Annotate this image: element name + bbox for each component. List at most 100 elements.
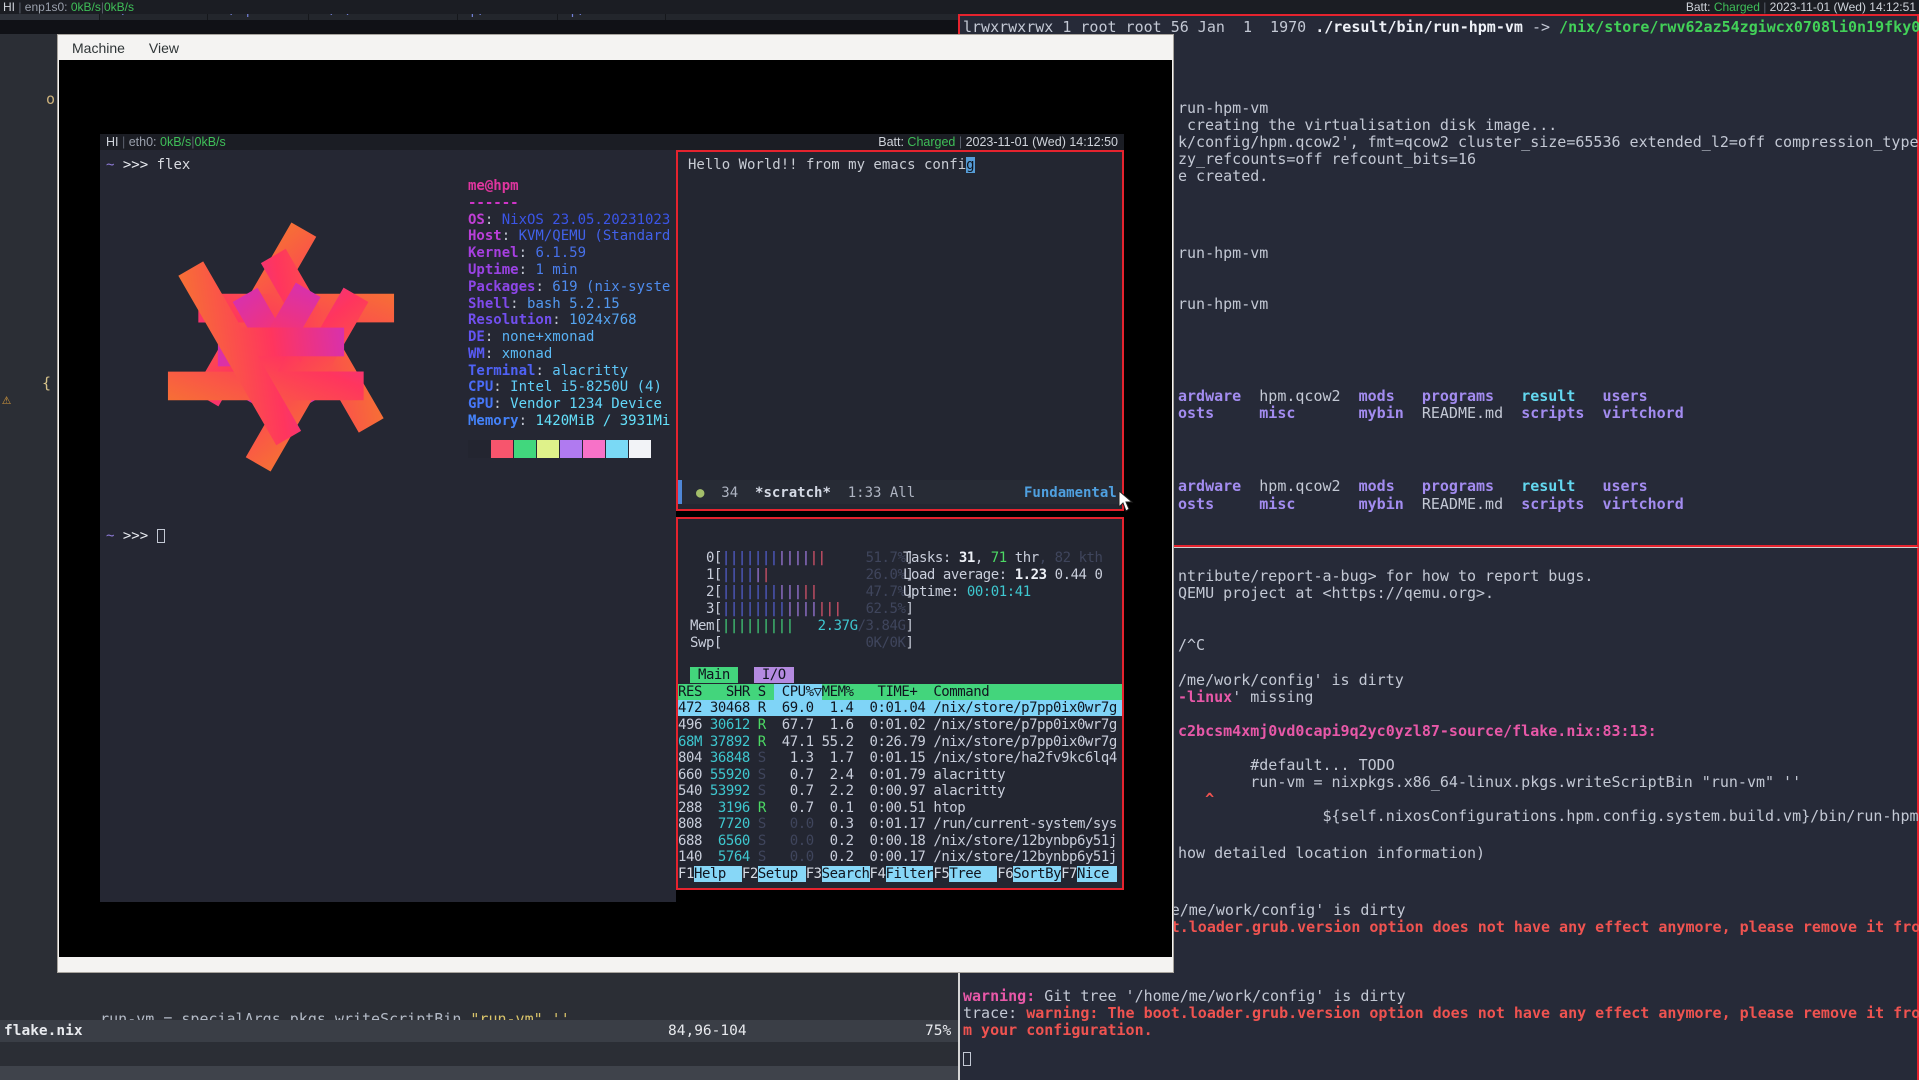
menu-machine[interactable]: Machine <box>62 36 135 60</box>
fetch-value: KVM/QEMU (Standard <box>519 228 671 244</box>
key-button[interactable]: F5 <box>933 866 949 882</box>
fetch-line: Terminal: alacritty <box>468 363 628 379</box>
terminal-line: k/config/hpm.qcow2', fmt=qcow2 cluster_s… <box>1178 134 1919 151</box>
text-segment: run-hpm-vm <box>1178 99 1268 117</box>
text-segment: 660 <box>678 767 710 783</box>
fetch-separator: : <box>519 245 536 261</box>
text-segment: 0.7 0.1 0:00.51 htop <box>766 800 965 816</box>
guest-emacs-window[interactable] <box>676 150 1124 511</box>
text-segment: ] <box>905 635 913 651</box>
text-segment: 472 30468 R 69.0 1.4 0:01.04 /nix/store/… <box>678 700 1117 716</box>
text-segment: 808 <box>678 816 718 832</box>
fetch-value: alacritty <box>552 363 628 379</box>
text-segment: 0kB/s <box>104 0 134 14</box>
text-segment: 0.0 <box>790 833 814 849</box>
fetch-separator: : <box>502 228 519 244</box>
process-row: 660 55920 S 0.7 2.4 0:01.79 alacritty <box>678 767 1005 783</box>
key-button[interactable]: Search <box>822 866 870 882</box>
text-segment <box>1575 477 1602 495</box>
text-segment: Tasks: <box>903 550 959 566</box>
key-button[interactable]: SortBy <box>1013 866 1061 882</box>
text-segment: | <box>762 567 770 583</box>
key-button[interactable]: Setup <box>758 866 806 882</box>
terminal-line: osts misc mybin README.md scripts virtch… <box>1178 405 1684 422</box>
color-palette <box>468 440 652 463</box>
text-segment: Batt: <box>1686 0 1714 14</box>
key-button[interactable]: F4 <box>870 866 886 882</box>
fetch-label: Memory <box>468 413 519 429</box>
text-segment: ardware <box>1178 477 1241 495</box>
fetch-label: OS <box>468 212 485 228</box>
text-segment: 3[ <box>690 601 722 617</box>
process-row: 288 3196 R 0.7 0.1 0:00.51 htop <box>678 800 965 816</box>
key-button[interactable]: Nice <box>1077 866 1117 882</box>
key-button[interactable]: F7 <box>1061 866 1077 882</box>
text-segment: 47.7% <box>866 584 906 600</box>
terminal-line: run-vm = nixpkgs.x86_64-linux.pkgs.write… <box>1178 774 1801 791</box>
text-segment: 2.37G <box>818 618 858 634</box>
text-segment: 2023-11-01 (Wed) 14:12:51 <box>1770 0 1916 14</box>
text-segment: ardware <box>1178 387 1241 405</box>
fetch-label: CPU <box>468 379 493 395</box>
text-segment <box>114 157 122 173</box>
terminal-line: c2bcsm4xmj0vd0capi9q2yc0yzl87-source/fla… <box>1178 723 1657 740</box>
fetch-line: WM: xmonad <box>468 346 552 362</box>
text-segment: 26.0% <box>866 567 906 583</box>
key-button[interactable]: F3 <box>806 866 822 882</box>
text-segment: |||| <box>778 550 810 566</box>
text-segment <box>766 833 790 849</box>
host-status-bar: HI | enp1s0: 0kB/s|0kB/s Batt: Charged |… <box>0 0 1919 14</box>
cpu-meter: 2[|||||||||||| 47.7%] <box>690 584 913 600</box>
key-button[interactable]: Main <box>690 667 738 683</box>
text-segment: 00:01:41 <box>967 584 1031 600</box>
fetch-label: ------ <box>468 195 519 211</box>
fetch-label: Packages <box>468 279 535 295</box>
text-segment: /me/work/config' is dirty <box>1178 671 1404 689</box>
text-segment: scripts <box>1521 404 1584 422</box>
menu-view[interactable]: View <box>139 36 189 60</box>
text-segment: README.md <box>1404 404 1521 422</box>
text-segment: 67.7 1.6 0:01.02 /nix/store/p7pp0ix0wr7g <box>766 717 1117 733</box>
header-row: RES SHR S CPU%▽MEM% TIME+ Command <box>678 684 989 700</box>
process-row-selected: 472 30468 R 69.0 1.4 0:01.04 /nix/store/… <box>678 700 1117 716</box>
text-segment <box>148 528 156 544</box>
text-segment: *scratch* <box>755 485 831 501</box>
text-segment: 1[ <box>690 567 722 583</box>
text-segment: >>> <box>123 528 148 544</box>
text-segment: #default... TODO <box>1178 756 1395 774</box>
function-key-bar: F1Help F2Setup F3SearchF4FilterF5Tree F6… <box>678 866 1117 882</box>
stats-line: Tasks: 31, 71 thr, 82 kth <box>903 550 1103 566</box>
fetch-separator: : <box>485 212 502 228</box>
text-segment: virtchord <box>1602 495 1683 513</box>
text-segment: 68M <box>678 734 710 750</box>
text-segment: 140 <box>678 849 718 865</box>
key-button[interactable]: F6 <box>997 866 1013 882</box>
fetch-line: Uptime: 1 min <box>468 262 578 278</box>
text-segment: mods <box>1359 387 1395 405</box>
text-segment <box>1214 495 1259 513</box>
fetch-value: xmonad <box>502 346 553 362</box>
key-button[interactable]: F2 <box>742 866 758 882</box>
key-button[interactable]: Help <box>694 866 742 882</box>
key-button[interactable]: F1 <box>678 866 694 882</box>
key-button[interactable]: Filter <box>886 866 934 882</box>
key-button[interactable]: Tree <box>949 866 997 882</box>
key-button[interactable]: I/O <box>754 667 794 683</box>
text-segment: 0.7 2.2 0:00.97 alacritty <box>766 783 1005 799</box>
fetch-line: me@hpm <box>468 178 519 194</box>
palette-swatch <box>491 440 513 458</box>
text-segment: ] <box>905 601 913 617</box>
emacs-modeline: flake.nix 84,96-104 75% <box>0 1020 958 1042</box>
terminal-line: trace: warning: The boot.loader.grub.ver… <box>963 1005 1919 1022</box>
text-segment: 288 <box>678 800 718 816</box>
fetch-label: DE <box>468 329 485 345</box>
text-segment: flex <box>148 157 190 173</box>
fetch-line: Shell: bash 5.2.15 <box>468 296 620 312</box>
text-segment <box>826 550 866 566</box>
shell-prompt: ~ >>> flex <box>106 157 190 173</box>
text-segment: -linux <box>1178 688 1232 706</box>
text-segment <box>157 529 165 543</box>
terminal-line: how detailed location information) <box>1178 845 1485 862</box>
text-segment <box>842 601 866 617</box>
text-segment: Uptime: <box>903 584 967 600</box>
